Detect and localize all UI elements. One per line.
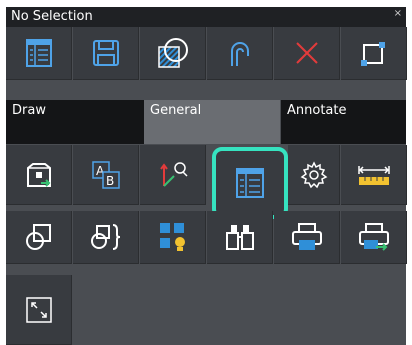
save-button[interactable] bbox=[73, 27, 139, 80]
ucs-zoom-button[interactable] bbox=[140, 145, 206, 205]
properties-palette-button[interactable] bbox=[212, 147, 288, 219]
print-button[interactable] bbox=[274, 211, 340, 264]
measure-ruler-icon bbox=[357, 165, 390, 185]
tab-annotate-label: Annotate bbox=[287, 103, 347, 118]
fullscreen-expand-icon bbox=[25, 296, 52, 323]
rectangle-icon bbox=[360, 42, 385, 66]
layer-states-button[interactable] bbox=[140, 211, 206, 264]
group-button[interactable] bbox=[73, 211, 139, 264]
region-icon bbox=[25, 224, 51, 250]
find-button[interactable] bbox=[207, 211, 273, 264]
settings-gear-icon bbox=[300, 160, 327, 188]
region-button[interactable] bbox=[6, 211, 72, 264]
group-icon bbox=[90, 224, 120, 250]
svg-text:B: B bbox=[106, 174, 114, 188]
tab-draw-label: Draw bbox=[12, 103, 46, 118]
tool-palette: No Selection × Draw General Annotate A B bbox=[6, 7, 407, 345]
print-preview-icon bbox=[358, 223, 389, 251]
properties-list-icon bbox=[25, 39, 52, 67]
arc-icon bbox=[230, 42, 249, 66]
text-style-icon: A B bbox=[91, 160, 120, 189]
text-style-button[interactable]: A B bbox=[73, 145, 139, 205]
layer-states-icon bbox=[159, 223, 185, 251]
ucs-zoom-icon bbox=[159, 161, 188, 187]
settings-button[interactable] bbox=[288, 145, 340, 205]
properties-list-button[interactable] bbox=[6, 27, 72, 80]
tab-annotate[interactable]: Annotate bbox=[281, 100, 406, 144]
find-binoculars-icon bbox=[225, 225, 254, 250]
fullscreen-button[interactable] bbox=[6, 275, 72, 345]
measure-button[interactable] bbox=[341, 145, 407, 205]
print-icon bbox=[291, 223, 322, 250]
rectangle-button[interactable] bbox=[341, 27, 407, 80]
hatch-button[interactable] bbox=[140, 27, 206, 80]
close-icon[interactable]: × bbox=[394, 8, 402, 19]
tab-draw[interactable]: Draw bbox=[6, 100, 144, 144]
print-preview-button[interactable] bbox=[341, 211, 407, 264]
palette-title: No Selection bbox=[11, 9, 93, 24]
delete-button[interactable] bbox=[274, 27, 340, 80]
delete-x-icon bbox=[295, 42, 318, 64]
arc-button[interactable] bbox=[207, 27, 273, 80]
hatch-shape-icon bbox=[157, 38, 188, 68]
tab-general[interactable]: General bbox=[144, 100, 280, 144]
save-icon bbox=[92, 40, 119, 66]
palette-title-bar[interactable]: No Selection × bbox=[6, 7, 406, 27]
properties-palette-icon bbox=[236, 168, 264, 198]
tab-general-label: General bbox=[150, 103, 202, 118]
insert-block-button[interactable] bbox=[6, 145, 72, 205]
insert-block-icon bbox=[26, 162, 51, 187]
